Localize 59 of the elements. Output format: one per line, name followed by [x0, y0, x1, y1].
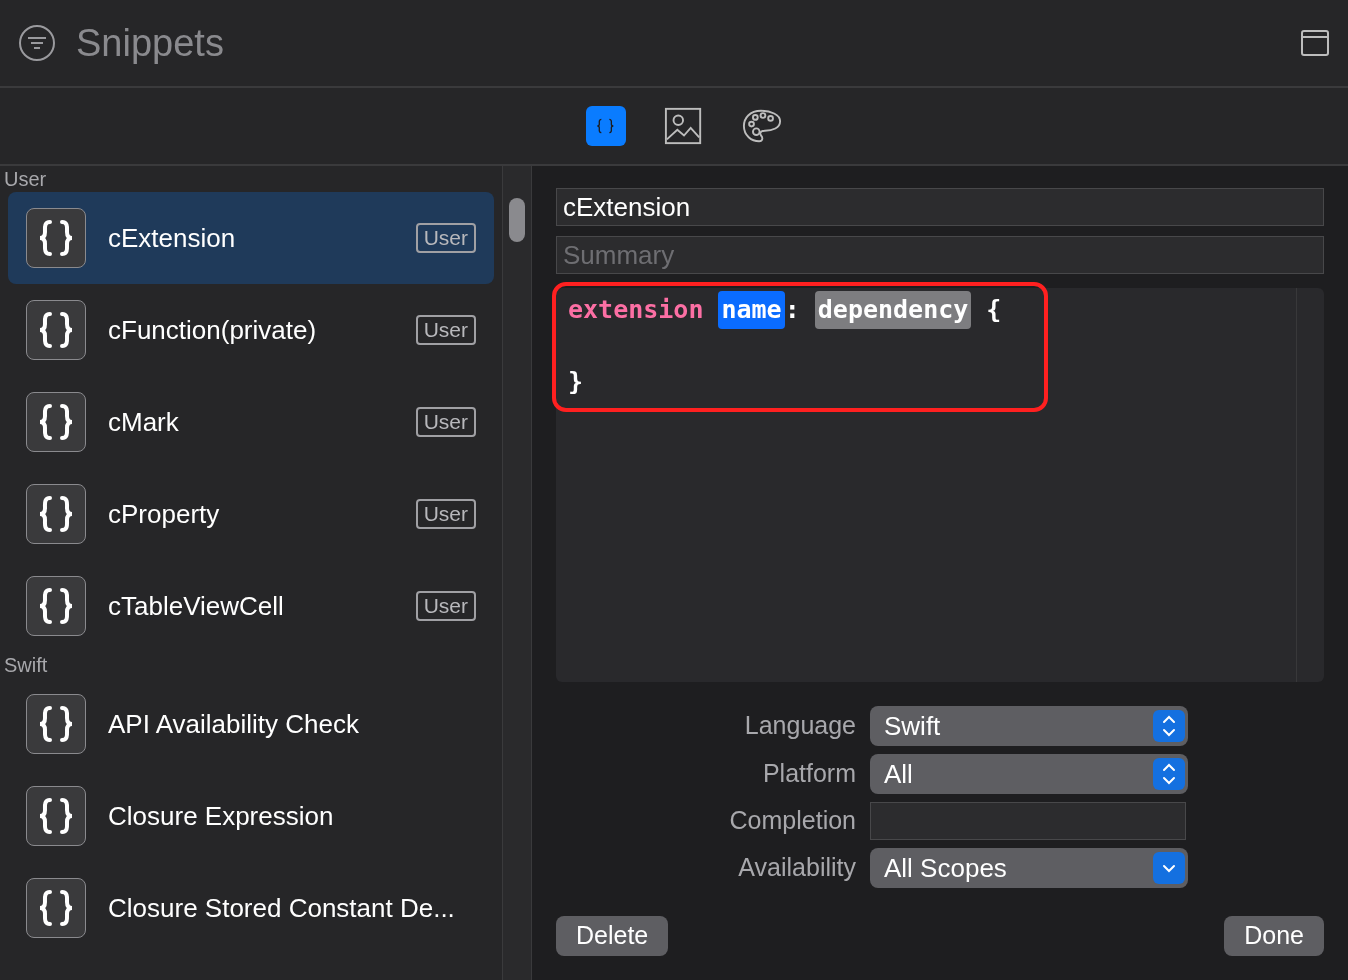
snippet-name: Closure Stored Constant De... — [108, 891, 456, 925]
snippet-name: cExtension — [108, 221, 237, 255]
braces-icon — [26, 208, 86, 268]
field-label: Language — [743, 710, 856, 742]
snippet-name: cTableViewCell — [108, 589, 285, 623]
snippet-name: API Availability Check — [108, 707, 360, 741]
snippet-item[interactable]: cTableViewCell User — [8, 560, 494, 652]
popup-button[interactable]: Swift — [870, 706, 1188, 746]
section-header: Swift — [3, 653, 49, 678]
code-text: : — [784, 294, 801, 327]
title-field[interactable]: cExtension — [556, 188, 1324, 226]
field-label: Availability — [737, 852, 856, 884]
summary-field[interactable]: Summary — [556, 236, 1324, 274]
field-label: Completion — [728, 805, 856, 837]
window-icon[interactable] — [1300, 28, 1330, 58]
section-header: User — [3, 167, 48, 192]
scope-badge: User — [415, 223, 476, 253]
dropdown[interactable]: All Scopes — [870, 848, 1188, 888]
snippet-name: cMark — [108, 405, 180, 439]
delete-button[interactable]: Delete — [556, 916, 669, 956]
snippet-name: cProperty — [108, 497, 221, 531]
completion-field[interactable] — [870, 802, 1186, 840]
braces-icon — [26, 786, 86, 846]
snippet-item[interactable]: cFunction(private) User — [8, 284, 494, 376]
snippet-item[interactable]: Closure Expression — [8, 770, 494, 862]
code-text: } — [568, 366, 584, 399]
snippet-item[interactable]: cProperty User — [8, 468, 494, 560]
scope-badge: User — [415, 591, 476, 621]
scope-badge: User — [415, 407, 476, 437]
filter-icon[interactable] — [18, 24, 56, 62]
snippet-item[interactable]: cExtension User — [8, 192, 494, 284]
braces-icon — [26, 484, 86, 544]
code-keyword: extension — [568, 294, 704, 327]
braces-icon — [26, 878, 86, 938]
braces-icon — [26, 300, 86, 360]
snippet-item[interactable]: API Availability Check — [8, 678, 494, 770]
code-text: { — [985, 294, 1002, 327]
scope-badge: User — [415, 315, 476, 345]
snippet-name: cFunction(private) — [108, 313, 318, 347]
window-title: Snippets — [76, 20, 224, 66]
done-button[interactable]: Done — [1224, 916, 1324, 956]
placeholder-token[interactable]: name — [718, 291, 785, 329]
snippet-item[interactable]: Closure Stored Constant De... — [8, 862, 494, 954]
popup-button[interactable]: All — [870, 754, 1188, 794]
placeholder-token[interactable]: dependency — [814, 291, 972, 329]
braces-icon — [26, 694, 86, 754]
braces-icon — [26, 576, 86, 636]
code-tab[interactable] — [586, 106, 626, 146]
braces-icon — [26, 392, 86, 452]
stepper-icon — [1153, 710, 1185, 742]
stepper-icon — [1153, 758, 1185, 790]
snippet-item[interactable]: cMark User — [8, 376, 494, 468]
chevron-down-icon — [1153, 852, 1185, 884]
scope-badge: User — [415, 499, 476, 529]
snippet-name: Closure Expression — [108, 799, 335, 833]
image-icon — [664, 106, 704, 146]
field-label: Platform — [761, 758, 856, 790]
image-tab[interactable] — [664, 106, 704, 146]
scrollbar-thumb[interactable] — [509, 198, 525, 242]
